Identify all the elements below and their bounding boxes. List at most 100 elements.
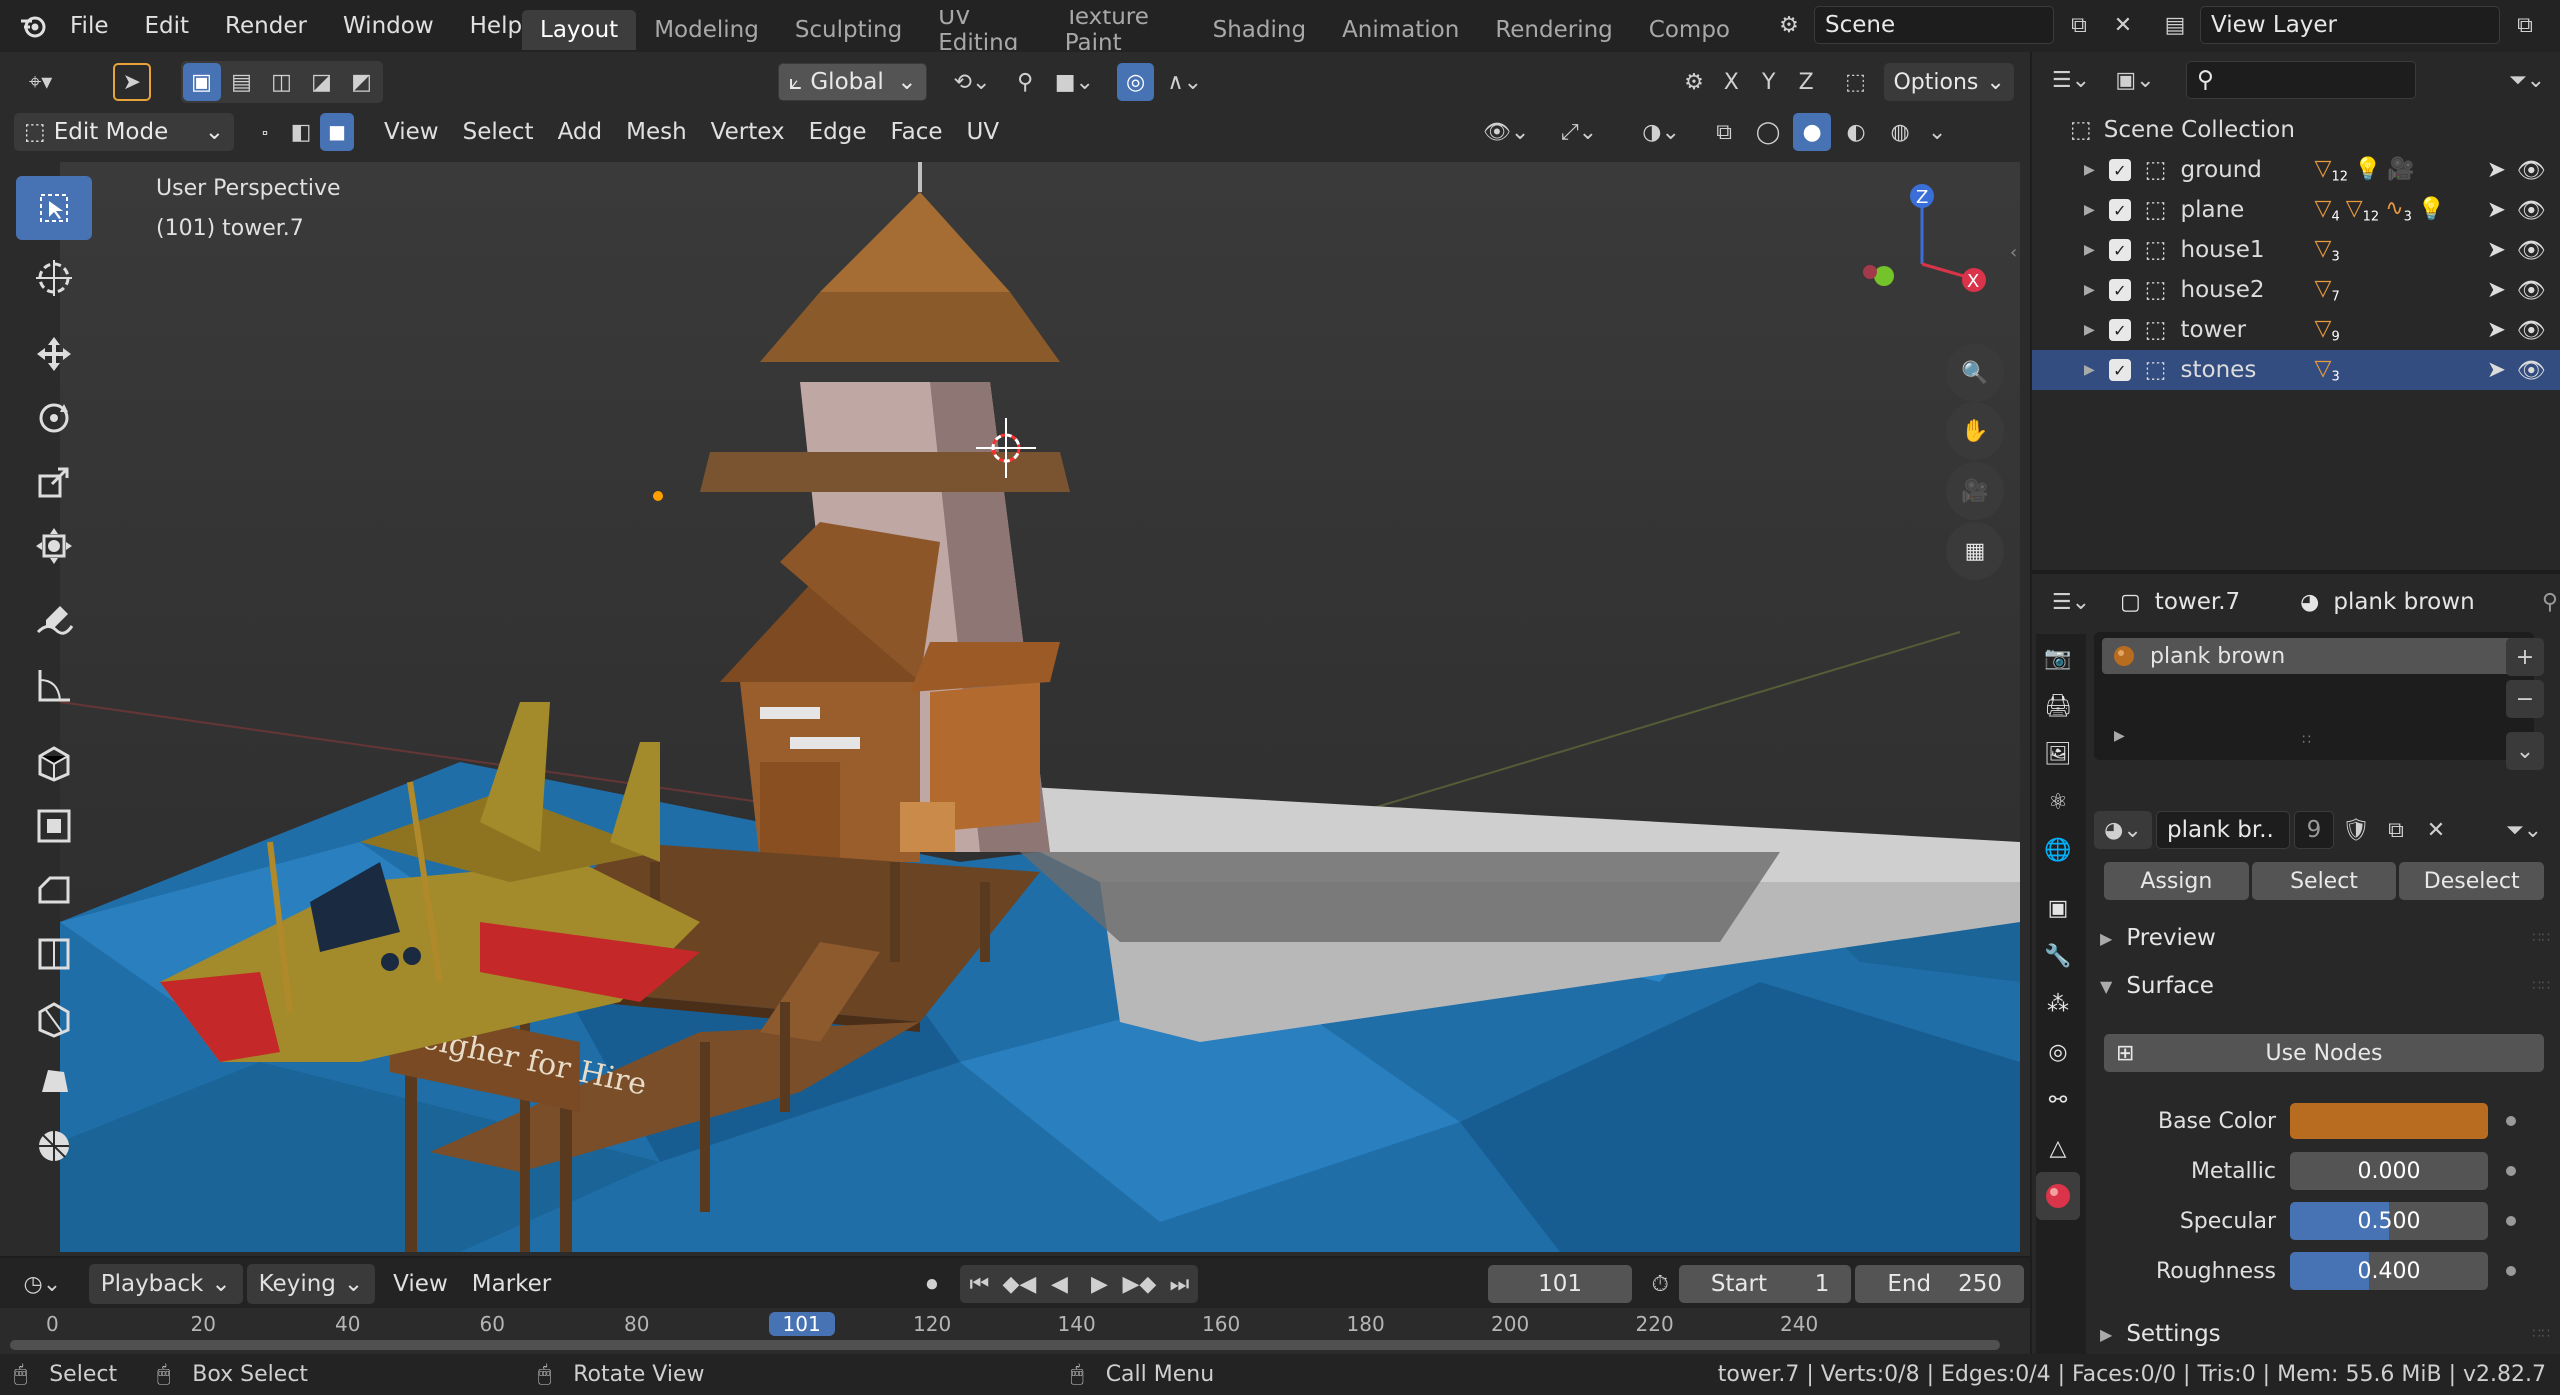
curve-icon[interactable]: ∿3 xyxy=(2385,196,2412,224)
metallic-slider[interactable]: 0.000 xyxy=(2290,1152,2488,1190)
annotate-tool-icon[interactable] xyxy=(16,590,92,654)
keyframe-dot-icon[interactable] xyxy=(2506,1166,2516,1176)
expand-arrow-icon[interactable]: ▶ xyxy=(2084,242,2095,258)
play-icon[interactable]: ▶ xyxy=(1080,1265,1118,1303)
material-slot-row[interactable]: plank brown xyxy=(2102,638,2524,674)
display-mode-icon[interactable]: ▣⌄ xyxy=(2108,61,2162,99)
mesh-icon[interactable]: ▽7 xyxy=(2315,276,2340,304)
mesh-edit-icon[interactable]: ▽4 xyxy=(2315,196,2340,224)
view-layer-icon[interactable]: ▤ xyxy=(2156,6,2194,44)
exclude-checkbox[interactable]: ✓ xyxy=(2108,159,2131,181)
mesh-icon[interactable]: ▽3 xyxy=(2315,236,2340,264)
expand-arrow-icon[interactable]: ▶ xyxy=(2084,162,2095,178)
use-nodes-button[interactable]: ⊞ Use Nodes xyxy=(2104,1034,2544,1072)
menu-face[interactable]: Face xyxy=(878,112,954,152)
scene-field[interactable]: Scene xyxy=(1814,6,2054,44)
current-frame-field[interactable]: 101 xyxy=(1488,1265,1632,1303)
knife-tool-icon[interactable] xyxy=(16,986,92,1050)
exclude-checkbox[interactable]: ✓ xyxy=(2108,199,2131,221)
selectable-arrow-icon[interactable]: ➤ xyxy=(2487,317,2506,343)
start-frame-field[interactable]: Start 1 xyxy=(1678,1265,1852,1303)
mesh-icon[interactable]: ▽9 xyxy=(2315,316,2340,344)
timeline-editor-icon[interactable]: ◷⌄ xyxy=(14,1265,71,1303)
filter-icon[interactable]: ⏷⌄ xyxy=(2500,61,2554,99)
outliner-row-stones[interactable]: ▶ ✓ ⬚ stones ▽3 ➤ 👁 xyxy=(2032,350,2560,390)
browse-material-icon[interactable]: ◕⌄ xyxy=(2094,811,2152,849)
menu-edge[interactable]: Edge xyxy=(797,112,879,152)
eye-icon[interactable]: 👁 xyxy=(2517,157,2546,184)
camera-view-button[interactable]: 🎥 xyxy=(1946,462,2004,520)
rotate-tool-icon[interactable] xyxy=(16,386,92,450)
rendered-shading-icon[interactable]: ◍ xyxy=(1881,113,1919,151)
navigation-gizmo[interactable]: Z X xyxy=(1850,176,2000,334)
object-tab-icon[interactable]: ▣ xyxy=(2036,884,2080,932)
pivot-icon[interactable]: ⟲⌄ xyxy=(941,63,1002,101)
scene-icon[interactable]: ⚙ xyxy=(1770,6,1808,44)
eye-icon[interactable]: 👁 xyxy=(2517,317,2546,344)
viewport-scene[interactable]: Heigher for Hire xyxy=(60,162,2020,1252)
select-box-tool-icon[interactable] xyxy=(16,176,92,240)
exclude-checkbox[interactable]: ✓ xyxy=(2108,279,2131,301)
transform-tool-icon[interactable] xyxy=(16,514,92,578)
outliner-search-input[interactable]: ⚲ xyxy=(2186,61,2416,99)
delete-view-layer-icon[interactable]: ✕ xyxy=(2550,6,2560,44)
next-keyframe-icon[interactable]: ▶◆ xyxy=(1120,1265,1158,1303)
context-object[interactable]: tower.7 xyxy=(2155,589,2240,615)
move-tool-icon[interactable] xyxy=(16,322,92,386)
eye-icon[interactable]: 👁 xyxy=(2517,277,2546,304)
select-new-icon[interactable]: ▣ xyxy=(182,63,221,101)
expand-arrow-icon[interactable]: ▶ xyxy=(2084,362,2095,378)
unlink-material-icon[interactable]: ✕ xyxy=(2418,811,2454,849)
jump-start-icon[interactable]: ⏮ xyxy=(960,1265,998,1303)
scale-tool-icon[interactable] xyxy=(16,450,92,514)
play-reverse-icon[interactable]: ◀ xyxy=(1040,1265,1078,1303)
exclude-checkbox[interactable]: ✓ xyxy=(2108,359,2131,381)
outliner-row-plane[interactable]: ▶ ✓ ⬚ plane ▽4 ▽12 ∿3 💡 ➤ 👁 xyxy=(2032,190,2560,230)
inset-tool-icon[interactable] xyxy=(16,794,92,858)
settings-panel-header[interactable]: ▶ Settings ∷∷ xyxy=(2100,1316,2550,1352)
base-color-swatch[interactable] xyxy=(2290,1103,2488,1139)
ortho-toggle-button[interactable]: ▦ xyxy=(1946,522,2004,580)
snap-element-icon[interactable]: ■⌄ xyxy=(1044,63,1105,101)
keyframe-dot-icon[interactable] xyxy=(2506,1116,2516,1126)
shading-options-icon[interactable]: ⌄ xyxy=(1925,113,1949,151)
pan-button[interactable]: ✋ xyxy=(1946,402,2004,460)
tab-layout[interactable]: Layout xyxy=(522,10,637,50)
select-subtract-icon[interactable]: ◫ xyxy=(263,63,301,101)
tab-rendering[interactable]: Rendering xyxy=(1477,10,1630,50)
gizmo-toggle-icon[interactable]: ⤢⌄ xyxy=(1541,113,1617,151)
world-tab-icon[interactable]: 🌐 xyxy=(2036,826,2080,874)
modifier-tab-icon[interactable]: 🔧 xyxy=(2036,932,2080,980)
surface-panel-header[interactable]: ▼ Surface ∷∷ xyxy=(2100,966,2550,1006)
bevel-tool-icon[interactable] xyxy=(16,858,92,922)
vertex-select-icon[interactable]: ⬞ xyxy=(248,113,282,151)
mirror-y-button[interactable]: Y xyxy=(1750,63,1787,101)
select-invert-icon[interactable]: ◪ xyxy=(303,63,341,101)
mode-dropdown[interactable]: ⬚ Edit Mode ⌄ xyxy=(14,113,234,151)
outliner-row-house2[interactable]: ▶ ✓ ⬚ house2 ▽7 ➤ 👁 xyxy=(2032,270,2560,310)
collapse-sidebar-icon[interactable]: ‹ xyxy=(2010,242,2017,263)
resize-handle-icon[interactable]: ∷ xyxy=(2302,732,2311,748)
eye-icon[interactable]: 👁 xyxy=(2517,357,2546,384)
solid-shading-icon[interactable]: ● xyxy=(1793,113,1832,151)
tab-modeling[interactable]: Modeling xyxy=(636,10,777,50)
view-layer-tab-icon[interactable]: 🖼 xyxy=(2036,730,2080,778)
selectable-arrow-icon[interactable]: ➤ xyxy=(2487,357,2506,383)
mesh-icon[interactable]: ▽3 xyxy=(2315,356,2340,384)
extrude-tool-icon[interactable] xyxy=(16,730,92,794)
material-name-field[interactable]: plank br.. xyxy=(2156,811,2290,849)
tab-sculpting[interactable]: Sculpting xyxy=(777,10,920,50)
menu-add[interactable]: Add xyxy=(546,112,615,152)
record-icon[interactable]: ⏺ xyxy=(913,1265,950,1303)
poly-build-tool-icon[interactable] xyxy=(16,1050,92,1114)
particles-tab-icon[interactable]: ⁂ xyxy=(2036,980,2080,1028)
mesh-icon[interactable]: ▽12 xyxy=(2315,156,2348,184)
auto-merge-icon[interactable]: ⬚ xyxy=(1837,63,1874,101)
constraints-tab-icon[interactable]: ⚯ xyxy=(2036,1076,2080,1124)
keyframe-dot-icon[interactable] xyxy=(2506,1266,2516,1276)
select-intersect-icon[interactable]: ◩ xyxy=(343,63,381,101)
physics-tab-icon[interactable]: ◎ xyxy=(2036,1028,2080,1076)
jump-end-icon[interactable]: ⏭ xyxy=(1160,1265,1198,1303)
menu-mesh[interactable]: Mesh xyxy=(614,112,699,152)
spin-tool-icon[interactable] xyxy=(16,1114,92,1178)
